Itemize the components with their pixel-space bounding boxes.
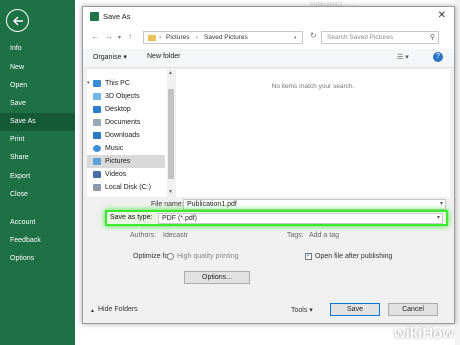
up-folder-icon[interactable]: ↑ xyxy=(128,32,132,41)
back-nav-icon[interactable]: ← xyxy=(91,32,99,41)
hide-folders-icon[interactable]: ▲ xyxy=(90,308,95,314)
save-as-type-select[interactable]: PDF (*.pdf) ▾ xyxy=(158,213,443,224)
open-after-publishing-checkbox[interactable]: ✓ xyxy=(305,253,312,260)
breadcrumb-saved-pictures[interactable]: Saved Pictures xyxy=(204,34,248,41)
navigation-scrollbar[interactable]: ▲ ▼ xyxy=(167,69,175,197)
empty-message: No items match your search. xyxy=(271,83,355,90)
help-icon[interactable]: ? xyxy=(433,52,443,62)
file-name-input[interactable]: Publication1.pdf ▾ xyxy=(183,199,446,210)
pictures-icon xyxy=(93,158,101,165)
wikihow-watermark: wikiHow xyxy=(393,325,454,342)
navigation-pane: ▾ This PC 3D Objects Desktop Documents D… xyxy=(87,69,175,197)
nav-item-downloads[interactable]: Downloads xyxy=(87,129,165,142)
backstage-item-new[interactable]: New xyxy=(0,59,75,77)
computer-icon xyxy=(93,80,101,87)
search-placeholder: Search Saved Pictures xyxy=(327,34,394,41)
organise-button[interactable]: Organise ▾ xyxy=(93,53,127,61)
file-name-label: File name: xyxy=(151,201,184,208)
nav-item-music[interactable]: Music xyxy=(87,142,165,155)
back-arrow-icon[interactable] xyxy=(6,9,29,32)
options-button[interactable]: Options... xyxy=(184,271,250,284)
chevron-down-icon[interactable]: ▾ xyxy=(437,214,440,223)
nav-item-local-disk[interactable]: Local Disk (C:) xyxy=(87,181,165,194)
folder-3d-icon xyxy=(93,93,101,100)
scroll-up-icon[interactable]: ▲ xyxy=(168,70,173,76)
breadcrumb-pictures[interactable]: Pictures xyxy=(166,34,189,41)
backstage-item-feedback[interactable]: Feedback xyxy=(0,232,75,250)
optimize-radio[interactable] xyxy=(167,253,174,260)
backstage-item-share[interactable]: Share xyxy=(0,149,75,167)
downloads-icon xyxy=(93,132,101,139)
view-options-icon[interactable]: ☰ ▾ xyxy=(397,53,409,61)
recent-locations-icon[interactable]: ▾ xyxy=(118,34,121,41)
file-name-dropdown-icon[interactable]: ▾ xyxy=(440,200,443,209)
backstage-item-options[interactable]: Options xyxy=(0,250,75,268)
publisher-app-icon xyxy=(90,12,99,21)
close-icon[interactable]: ✕ xyxy=(438,10,446,21)
dialog-titlebar: Save As ✕ xyxy=(83,7,454,27)
desktop-icon xyxy=(93,106,101,113)
nav-item-documents[interactable]: Documents xyxy=(87,116,165,129)
dialog-toolbar: Organise ▾ New folder ☰ ▾ ? xyxy=(83,49,454,68)
videos-icon xyxy=(93,171,101,178)
save-button[interactable]: Save xyxy=(330,303,380,316)
authors-label: Authors: xyxy=(130,232,157,239)
address-bar[interactable]: › Pictures › Saved Pictures ▾ xyxy=(143,31,303,44)
tags-value[interactable]: Add a tag xyxy=(309,232,339,239)
backstage-item-info[interactable]: Info xyxy=(0,40,75,58)
save-as-type-label: Save as type: xyxy=(110,214,153,221)
address-dropdown-icon[interactable]: ▾ xyxy=(294,35,297,41)
nav-item-videos[interactable]: Videos xyxy=(87,168,165,181)
dialog-title: Save As xyxy=(103,12,131,21)
backstage-item-close[interactable]: Close xyxy=(0,186,75,204)
hide-folders-button[interactable]: Hide Folders xyxy=(98,306,138,313)
tools-button[interactable]: Tools ▾ xyxy=(291,306,313,314)
optimize-value[interactable]: High quality printing xyxy=(177,253,238,260)
app-background xyxy=(455,0,460,345)
open-after-publishing-label: Open file after publishing xyxy=(315,253,393,260)
disk-icon xyxy=(93,184,101,191)
backstage-item-open[interactable]: Open xyxy=(0,77,75,95)
tags-label: Tags: xyxy=(287,232,304,239)
documents-icon xyxy=(93,119,101,126)
folder-icon xyxy=(148,35,156,41)
cancel-button[interactable]: Cancel xyxy=(388,303,438,316)
file-list-pane[interactable]: No items match your search. xyxy=(176,69,450,197)
search-input[interactable]: Search Saved Pictures ⚲ xyxy=(321,31,439,44)
refresh-icon[interactable]: ↻ xyxy=(310,31,317,40)
music-icon xyxy=(93,145,101,152)
nav-item-desktop[interactable]: Desktop xyxy=(87,103,165,116)
backstage-item-print[interactable]: Print xyxy=(0,131,75,149)
scroll-thumb[interactable] xyxy=(168,89,174,179)
backstage-panel: Info New Open Save Save As Print Share E… xyxy=(0,0,75,345)
new-folder-button[interactable]: New folder xyxy=(147,53,180,60)
backstage-item-save-as[interactable]: Save As xyxy=(0,113,75,131)
nav-item-this-pc[interactable]: ▾ This PC xyxy=(87,77,165,90)
nav-item-3d-objects[interactable]: 3D Objects xyxy=(87,90,165,103)
nav-item-pictures[interactable]: Pictures xyxy=(87,155,165,168)
forward-nav-icon[interactable]: → xyxy=(105,32,113,41)
save-as-dialog: Save As ✕ ← → ▾ ↑ › Pictures › Saved Pic… xyxy=(82,6,455,324)
backstage-item-account[interactable]: Account xyxy=(0,214,75,232)
address-row: ← → ▾ ↑ › Pictures › Saved Pictures ▾ ↻ … xyxy=(83,27,454,49)
authors-value[interactable]: Idecastr xyxy=(163,232,188,239)
backstage-item-save[interactable]: Save xyxy=(0,95,75,113)
search-icon[interactable]: ⚲ xyxy=(430,33,435,41)
scroll-down-icon[interactable]: ▼ xyxy=(168,189,173,195)
backstage-item-export[interactable]: Export xyxy=(0,168,75,186)
